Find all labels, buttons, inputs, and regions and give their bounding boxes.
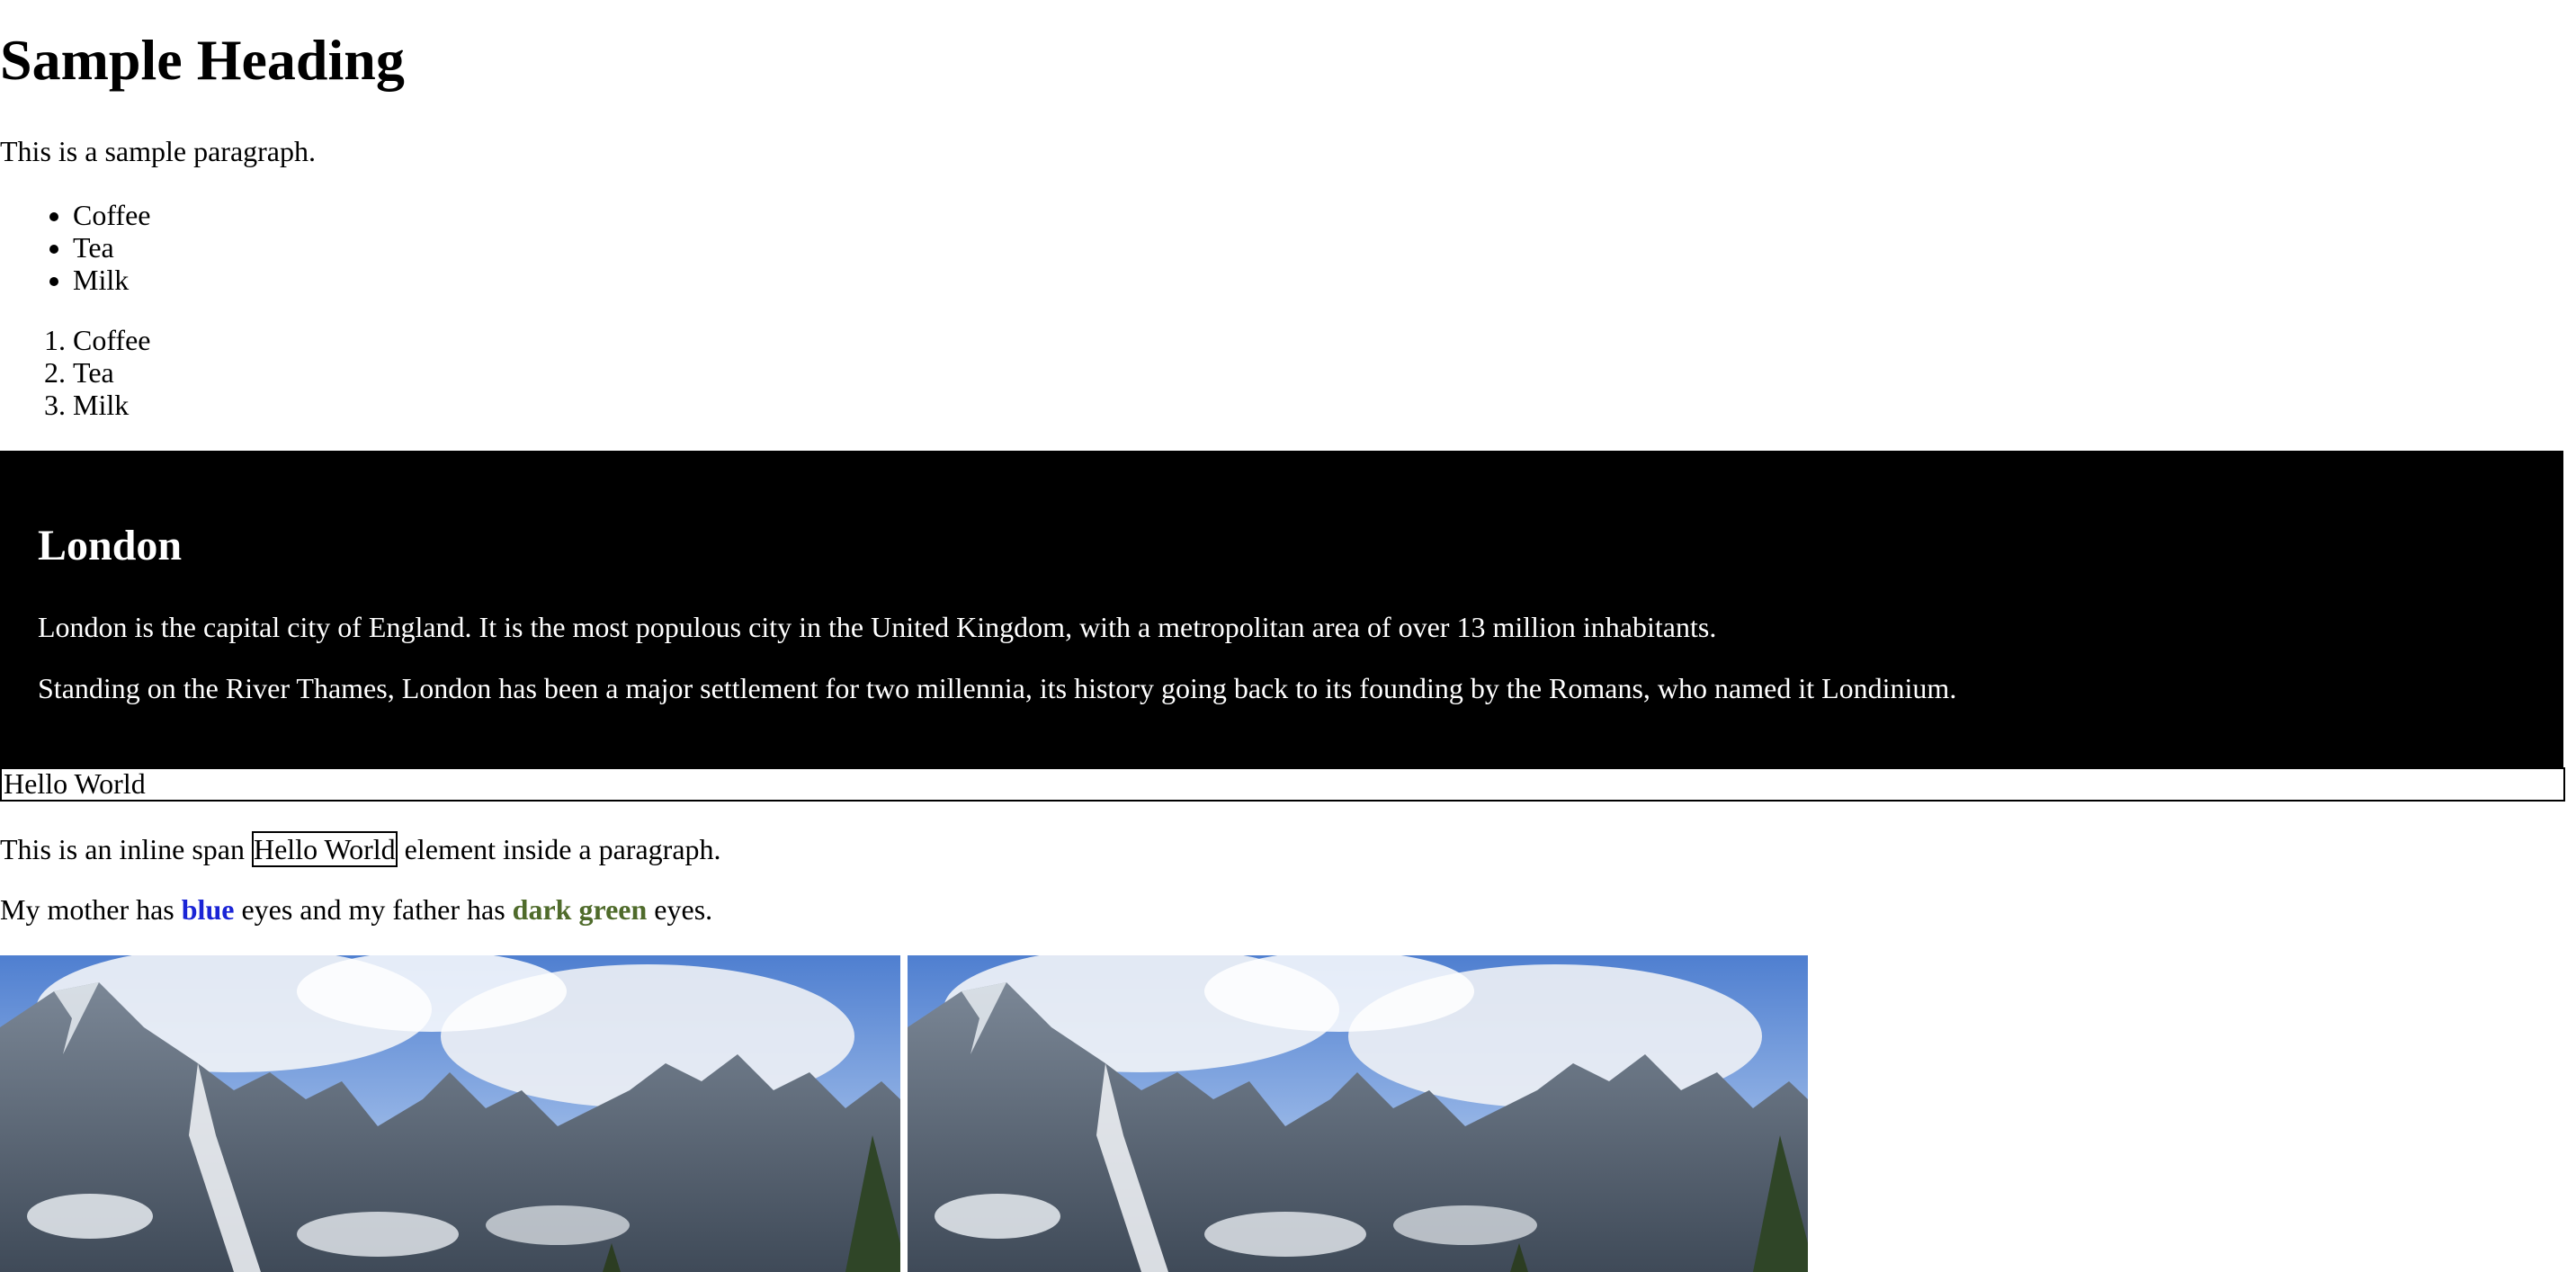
list-item: Milk xyxy=(73,264,150,296)
eyes-text-1: My mother has xyxy=(0,893,182,926)
list-item: Tea xyxy=(73,231,150,264)
eyes-paragraph: My mother has blue eyes and my father ha… xyxy=(0,893,712,926)
city-paragraph: London is the capital city of England. I… xyxy=(38,611,1717,643)
hello-world-block: Hello World xyxy=(0,767,2565,802)
list-item: Coffee xyxy=(73,199,150,231)
inline-span: Hello World xyxy=(251,831,398,867)
mountain-landscape-photo xyxy=(0,955,900,1272)
mountain-landscape-photo xyxy=(908,955,1808,1272)
sample-paragraph: This is a sample paragraph. xyxy=(0,135,316,167)
list-item: Tea xyxy=(73,356,150,389)
unordered-list: Coffee Tea Milk xyxy=(0,199,150,296)
ordered-list: Coffee Tea Milk xyxy=(0,324,150,421)
dark-green-word: dark green xyxy=(512,893,648,926)
blue-word: blue xyxy=(181,893,235,926)
eyes-text-3: eyes. xyxy=(647,893,713,926)
inline-span-paragraph: This is an inline span Hello World eleme… xyxy=(0,831,721,867)
eyes-text-2: eyes and my father has xyxy=(234,893,513,926)
list-item: Milk xyxy=(73,389,150,421)
city-title: London xyxy=(38,522,183,569)
city-paragraph: Standing on the River Thames, London has… xyxy=(38,672,1957,704)
inline-text-after: element inside a paragraph. xyxy=(397,833,721,865)
inline-text-before: This is an inline span xyxy=(0,833,252,865)
list-item: Coffee xyxy=(73,324,150,356)
page-heading: Sample Heading xyxy=(0,28,405,92)
city-section: London London is the capital city of Eng… xyxy=(0,451,2563,769)
